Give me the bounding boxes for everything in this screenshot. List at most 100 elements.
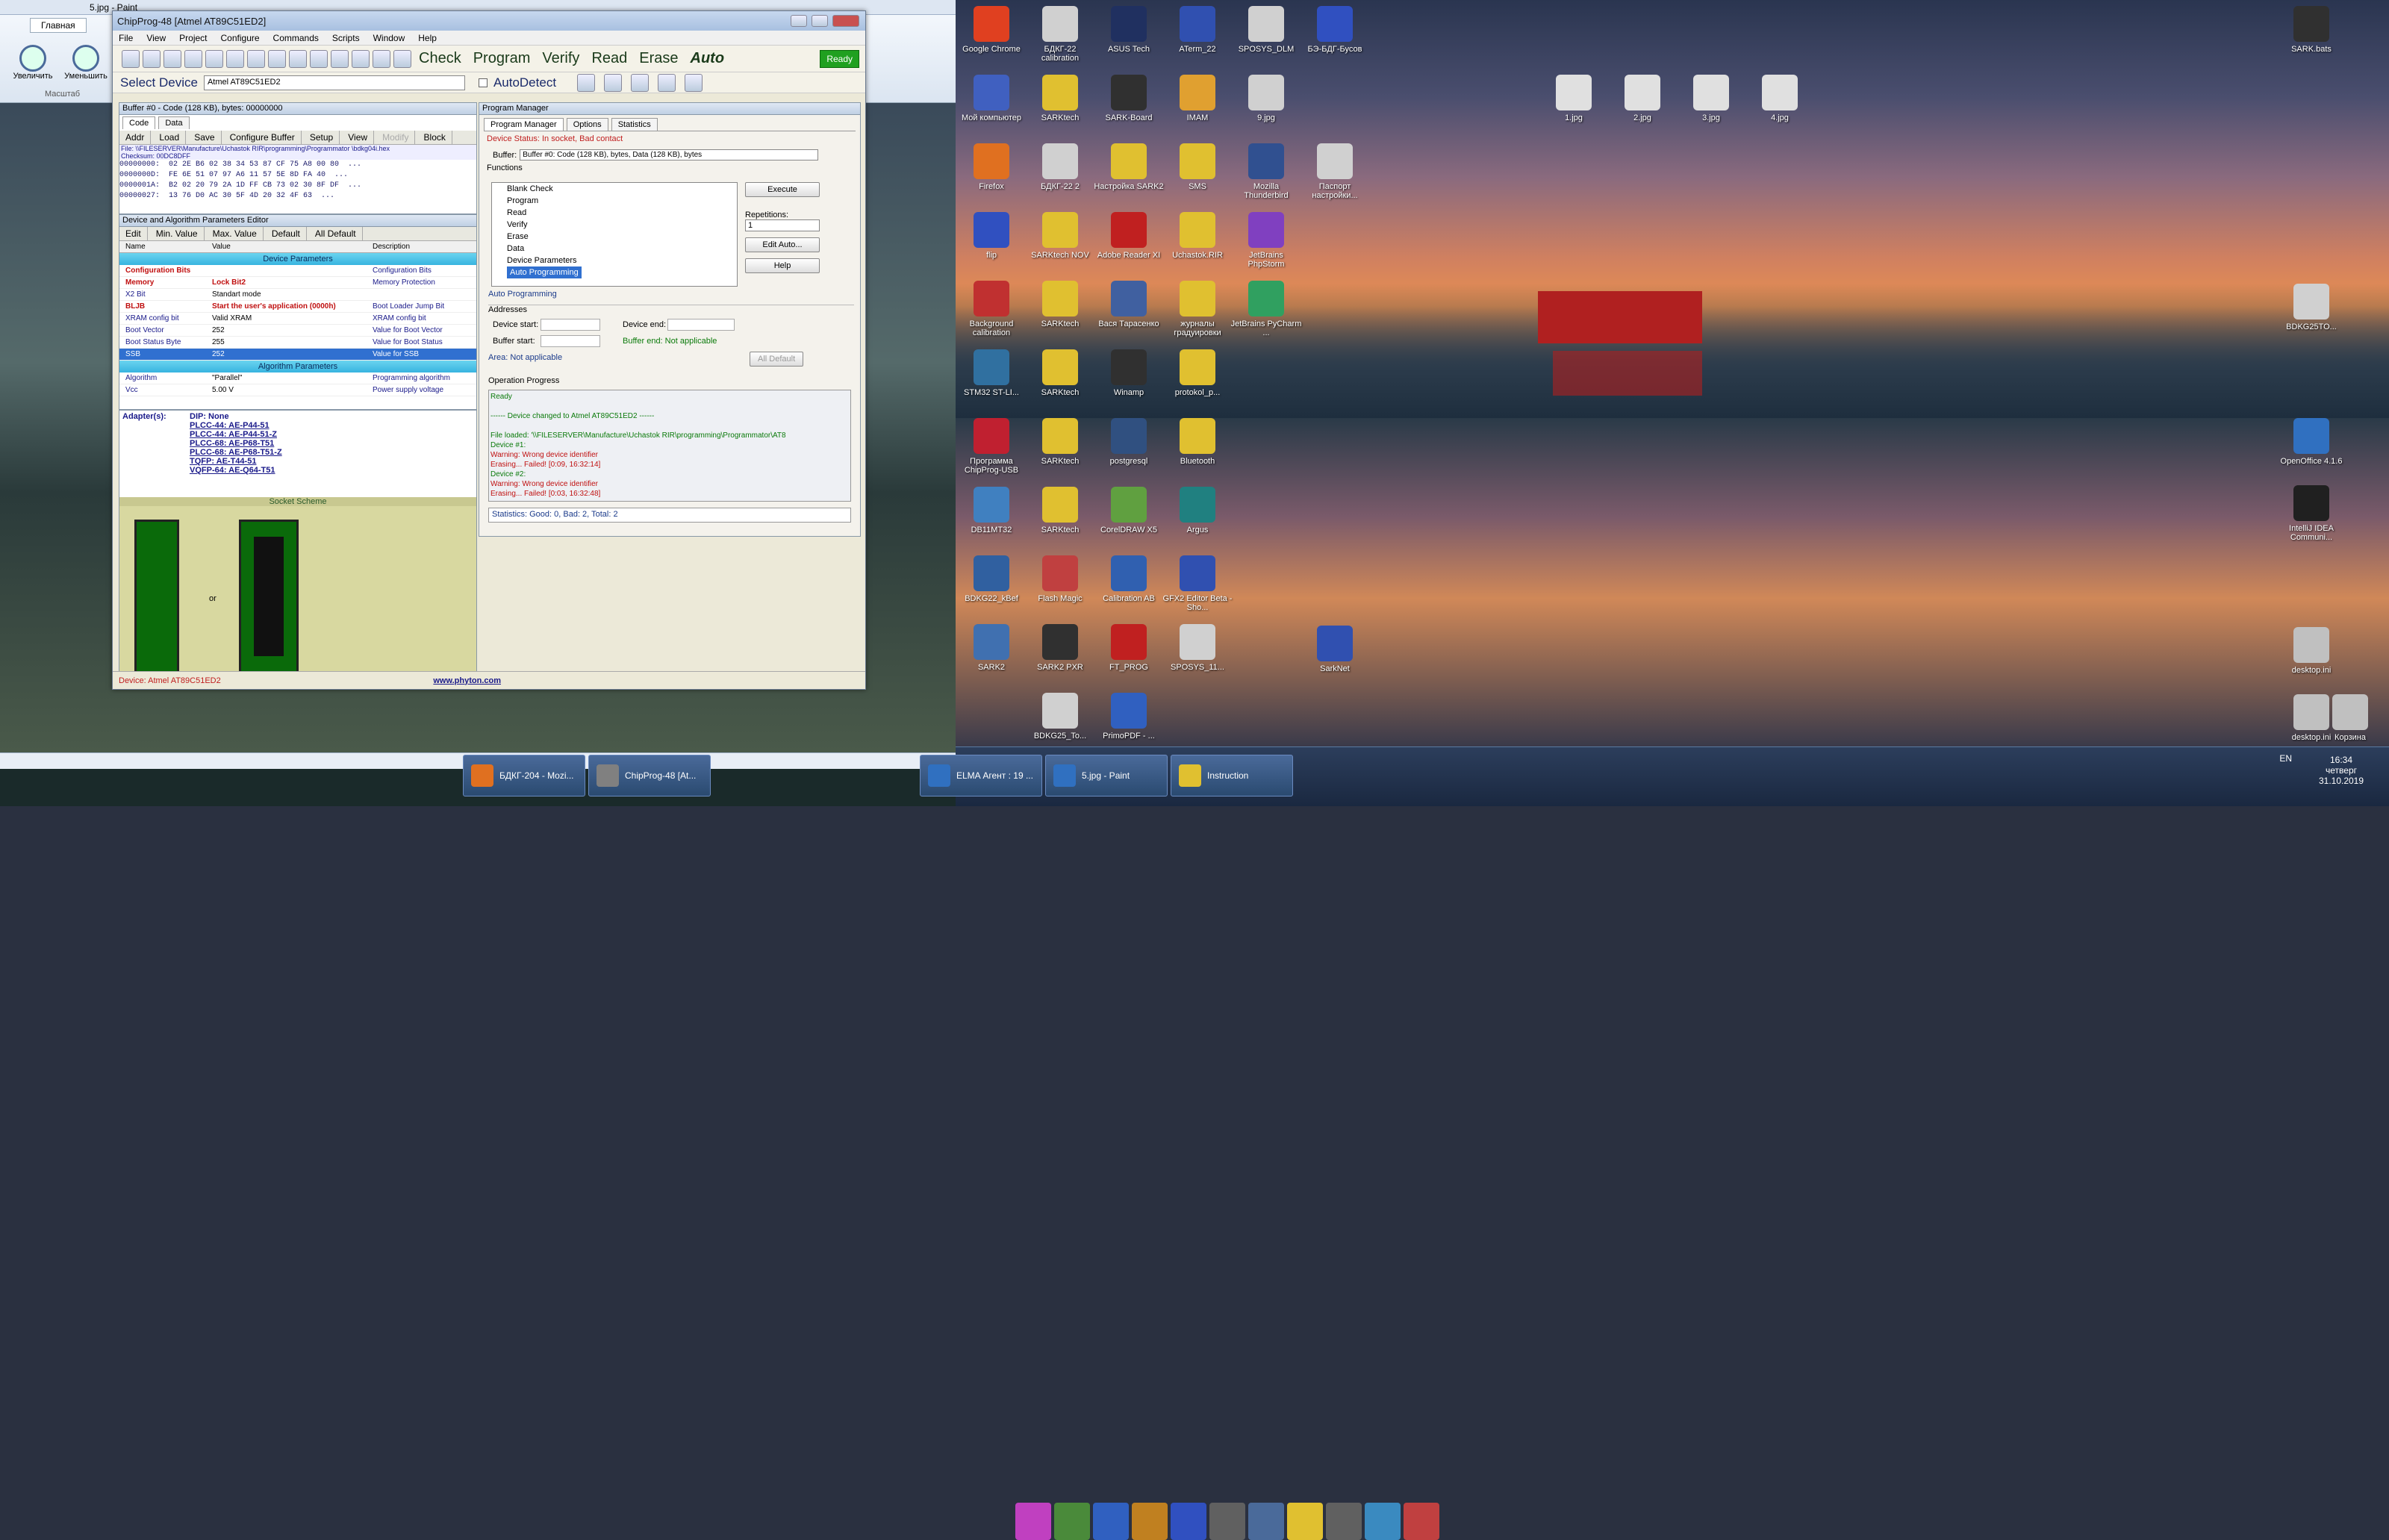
desktop-icon[interactable]: SarkNet <box>1299 626 1371 673</box>
desktop-icon[interactable]: FT_PROG <box>1093 624 1165 672</box>
taskbar-app[interactable]: 5.jpg - Paint <box>1045 755 1168 797</box>
block-button[interactable]: Block <box>418 131 452 144</box>
function-item[interactable]: Device Parameters <box>492 255 737 266</box>
menu-commands[interactable]: Commands <box>273 33 319 43</box>
modify-button[interactable]: Modify <box>376 131 416 144</box>
tab-code[interactable]: Code <box>122 116 156 129</box>
addr-button[interactable]: Addr <box>119 131 152 144</box>
desktop-icon[interactable]: Winamp <box>1093 349 1165 397</box>
view-button[interactable]: View <box>342 131 375 144</box>
pinned-app-icon[interactable] <box>1054 1503 1090 1540</box>
menu-help[interactable]: Help <box>418 33 437 43</box>
param-row[interactable]: Algorithm "Parallel" Programming algorithm <box>119 372 476 384</box>
toolbar-icon[interactable] <box>122 49 140 68</box>
file-icon[interactable]: 3.jpg <box>1675 75 1747 122</box>
buffer-select[interactable]: Buffer #0: Code (128 KB), bytes, Data (1… <box>520 149 819 160</box>
tab-home[interactable]: Главная <box>30 18 87 33</box>
file-icon[interactable]: 1.jpg <box>1538 75 1610 122</box>
close-button[interactable] <box>832 15 859 27</box>
desktop-icon[interactable]: журналы градуировки <box>1162 281 1233 337</box>
load-button[interactable]: Load <box>153 131 187 144</box>
toolbar-icon[interactable] <box>373 49 390 68</box>
desktop-icon[interactable]: Мой компьютер <box>956 75 1027 122</box>
toolbar-icon[interactable] <box>352 49 370 68</box>
toolbar-icon[interactable] <box>268 49 286 68</box>
desktop-icon[interactable]: STM32 ST-LI... <box>956 349 1027 397</box>
desktop-icon[interactable]: BDKG25TO... <box>2276 284 2347 331</box>
desktop-icon[interactable]: Uchastok.RIR <box>1162 212 1233 260</box>
function-item[interactable]: Blank Check <box>492 183 737 195</box>
min-value-button[interactable]: Min. Value <box>150 227 205 240</box>
desktop-icon[interactable]: Flash Magic <box>1024 555 1096 603</box>
desktop-icon[interactable]: IntelliJ IDEA Communi... <box>2276 485 2347 542</box>
function-item[interactable]: Auto Programming <box>507 266 582 278</box>
desktop-icon[interactable]: SARKtech <box>1024 75 1096 122</box>
desktop-icon[interactable]: Программа ChipProg-USB <box>956 418 1027 475</box>
file-icon[interactable]: 2.jpg <box>1607 75 1678 122</box>
desktop-icon[interactable]: CorelDRAW X5 <box>1093 487 1165 534</box>
toolbar-icon[interactable] <box>658 73 676 92</box>
program-button[interactable]: Program <box>467 50 537 67</box>
desktop-icon[interactable]: ATerm_22 <box>1162 6 1233 54</box>
read-button[interactable]: Read <box>585 50 633 67</box>
edit-button[interactable]: Edit <box>119 227 148 240</box>
desktop-icon[interactable]: Google Chrome <box>956 6 1027 54</box>
check-button[interactable]: Check <box>413 50 467 67</box>
desktop-icon[interactable]: OpenOffice 4.1.6 <box>2276 418 2347 466</box>
desktop-icon[interactable]: SARK2 PXR <box>1024 624 1096 672</box>
pinned-app-icon[interactable] <box>1132 1503 1168 1540</box>
desktop-icon[interactable]: JetBrains PyCharm ... <box>1230 281 1302 337</box>
all-default-button[interactable]: All Default <box>309 227 363 240</box>
toolbar-icon[interactable] <box>577 73 596 92</box>
pinned-app-icon[interactable] <box>1248 1503 1284 1540</box>
desktop-icon[interactable]: PrimoPDF - ... <box>1093 693 1165 741</box>
adapter-item[interactable]: PLCC-44: AE-P44-51 <box>190 421 282 430</box>
desktop-icon[interactable]: desktop.ini <box>2276 627 2347 675</box>
device-end-input[interactable] <box>667 319 735 331</box>
toolbar-icon[interactable] <box>393 49 411 68</box>
desktop-icon[interactable]: Bluetooth <box>1162 418 1233 466</box>
device-combo[interactable]: Atmel AT89C51ED2 <box>203 75 465 90</box>
language-indicator[interactable]: EN <box>2279 753 2292 764</box>
desktop-icon[interactable]: GFX2 Editor Beta - Sho... <box>1162 555 1233 612</box>
configure-buffer-button[interactable]: Configure Buffer <box>224 131 302 144</box>
setup-button[interactable]: Setup <box>304 131 340 144</box>
desktop-icon[interactable]: SPOSYS_DLM <box>1230 6 1302 54</box>
save-button[interactable]: Save <box>188 131 222 144</box>
tab-program-manager[interactable]: Program Manager <box>484 118 564 131</box>
param-row[interactable]: Boot Status Byte 255 Value for Boot Status <box>119 337 476 349</box>
toolbar-icon[interactable] <box>289 49 307 68</box>
pinned-app-icon[interactable] <box>1015 1503 1051 1540</box>
pinned-app-icon[interactable] <box>1209 1503 1245 1540</box>
pinned-app-icon[interactable] <box>1093 1503 1129 1540</box>
param-row[interactable]: Configuration Bits Configuration Bits <box>119 265 476 277</box>
toolbar-icon[interactable] <box>685 73 703 92</box>
taskbar-app[interactable]: ELMA Агент : 19 ... <box>920 755 1042 797</box>
max-value-button[interactable]: Max. Value <box>207 227 264 240</box>
adapter-item[interactable]: PLCC-68: AE-P68-T51-Z <box>190 448 282 457</box>
desktop-icon[interactable]: Настройка SARK2 <box>1093 143 1165 191</box>
pinned-app-icon[interactable] <box>1326 1503 1362 1540</box>
toolbar-icon[interactable] <box>184 49 202 68</box>
taskbar-app[interactable]: БДКГ-204 - Mozi... <box>463 755 585 797</box>
desktop-icon[interactable]: Firefox <box>956 143 1027 191</box>
zoom-in-button[interactable]: Увеличить <box>10 45 55 81</box>
adapter-item[interactable]: TQFP: AE-T44-51 <box>190 457 282 466</box>
desktop-icon[interactable]: Background calibration <box>956 281 1027 337</box>
buffer-start-input[interactable] <box>541 335 600 347</box>
param-row[interactable]: X2 Bit Standart mode <box>119 289 476 301</box>
tab-data[interactable]: Data <box>158 116 190 129</box>
menu-scripts[interactable]: Scripts <box>332 33 360 43</box>
pinned-app-icon[interactable] <box>1404 1503 1439 1540</box>
help-button[interactable]: Help <box>745 258 820 273</box>
adapter-item[interactable]: VQFP-64: AE-Q64-T51 <box>190 466 282 475</box>
desktop-icon[interactable]: SARKtech <box>1024 418 1096 466</box>
hex-row[interactable]: 00000027: 13 76 D0 AC 30 5F 4D 20 32 4F … <box>119 191 476 202</box>
website-link[interactable]: www.phyton.com <box>433 676 501 685</box>
adapter-item[interactable]: PLCC-44: AE-P44-51-Z <box>190 430 282 439</box>
desktop-icon[interactable]: JetBrains PhpStorm <box>1230 212 1302 269</box>
taskbar-app[interactable]: Instruction <box>1171 755 1293 797</box>
toolbar-icon[interactable] <box>205 49 223 68</box>
maximize-button[interactable] <box>812 15 828 27</box>
toolbar-icon[interactable] <box>247 49 265 68</box>
